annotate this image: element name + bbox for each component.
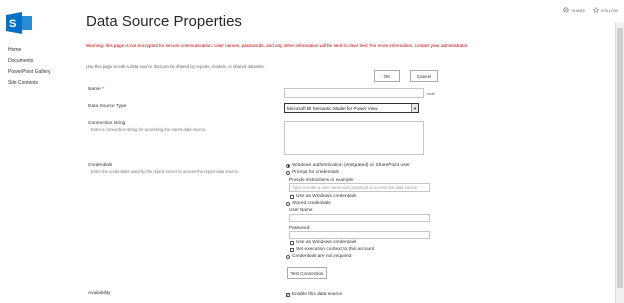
share-button[interactable]: SHARE xyxy=(563,7,585,13)
option-windows-auth[interactable]: Windows authentication (integrated) or S… xyxy=(286,163,410,168)
option-enable[interactable]: Enable this data source xyxy=(286,292,342,297)
enable-label: Enable this data source xyxy=(292,292,343,297)
follow-button[interactable]: FOLLOW xyxy=(593,7,618,13)
name-label-text: Name xyxy=(88,87,101,92)
availability-label: Availability xyxy=(88,291,111,296)
nav-item-home[interactable]: Home xyxy=(8,45,51,56)
option-prompt[interactable]: Prompt for credentials xyxy=(286,170,339,175)
connection-string-desc: Enter a connection string for accessing … xyxy=(91,127,207,132)
required-marker: * xyxy=(102,87,105,92)
radio-prompt[interactable] xyxy=(286,170,290,175)
password-label: Password: xyxy=(289,225,311,230)
radio-windows-auth[interactable] xyxy=(286,163,290,168)
data-source-type-select[interactable]: Microsoft BI Semantic Model for Power Vi… xyxy=(284,103,419,113)
username-input[interactable] xyxy=(289,214,430,222)
nav-item-powerpivot-gallery[interactable]: PowerPivot Gallery xyxy=(8,67,51,78)
username-label: User Name: xyxy=(289,207,314,212)
option-use-windows-cred-2[interactable]: Use as Windows credentials xyxy=(290,240,356,245)
left-nav: Home Documents PowerPivot Gallery Site C… xyxy=(8,45,51,89)
intro-text: Use this page to edit a data source that… xyxy=(86,64,265,69)
checkbox-set-exec-context[interactable] xyxy=(290,247,294,252)
ok-button[interactable]: OK xyxy=(374,70,400,82)
name-suffix: .rsds xyxy=(426,91,435,96)
page-title: Data Source Properties xyxy=(86,13,242,30)
top-actions: SHARE FOLLOW xyxy=(563,7,618,13)
use-windows-cred-2-label: Use as Windows credentials xyxy=(296,240,357,245)
radio-stored[interactable] xyxy=(286,201,290,206)
option-stored-label: Stored credentials xyxy=(292,201,331,206)
use-windows-cred-1-label: Use as Windows credentials xyxy=(296,194,357,199)
checkbox-enable[interactable] xyxy=(286,292,290,297)
share-icon xyxy=(563,7,569,13)
connection-string-label: Connection string xyxy=(88,121,126,126)
nav-item-site-contents[interactable]: Site Contents xyxy=(8,78,51,89)
name-input[interactable] xyxy=(284,88,424,98)
dropdown-arrow-icon[interactable]: ▼ xyxy=(411,104,418,112)
nav-item-documents[interactable]: Documents xyxy=(8,56,51,67)
follow-label: FOLLOW xyxy=(601,7,618,13)
security-warning: Warning: this page is not encrypted for … xyxy=(86,43,469,48)
credentials-label: Credentials xyxy=(88,163,113,168)
option-not-required-label: Credentials are not required xyxy=(292,254,352,259)
credentials-desc: Enter the credentials used by the report… xyxy=(91,169,240,174)
data-source-type-value: Microsoft BI Semantic Model for Power Vi… xyxy=(287,105,378,111)
star-icon xyxy=(593,7,600,13)
checkbox-use-windows-cred-1[interactable] xyxy=(290,194,294,199)
data-source-type-label: Data Source Type xyxy=(88,104,127,109)
share-label: SHARE xyxy=(571,7,586,13)
name-label: Name * xyxy=(88,87,104,92)
sharepoint-logo[interactable]: S xyxy=(6,12,34,34)
connection-string-textarea[interactable] xyxy=(284,121,424,155)
checkbox-use-windows-cred-2[interactable] xyxy=(290,240,294,245)
option-windows-auth-label: Windows authentication (integrated) or S… xyxy=(292,163,410,168)
option-set-exec-context[interactable]: Set execution context to this account xyxy=(290,247,374,252)
vertical-scrollbar[interactable] xyxy=(615,22,624,303)
option-use-windows-cred-1[interactable]: Use as Windows credentials xyxy=(290,194,356,199)
test-connection-button[interactable]: Test Connection xyxy=(287,267,327,279)
scrollbar-thumb[interactable] xyxy=(617,28,623,288)
option-stored[interactable]: Stored credentials xyxy=(286,201,331,206)
svg-text:S: S xyxy=(9,18,16,30)
cancel-button[interactable]: Cancel xyxy=(410,70,438,82)
radio-not-required[interactable] xyxy=(286,254,290,259)
option-not-required[interactable]: Credentials are not required xyxy=(286,254,351,259)
prompt-instructions-input[interactable]: Type or enter a user name and password t… xyxy=(289,183,430,192)
option-prompt-label: Prompt for credentials xyxy=(292,170,339,175)
password-input[interactable] xyxy=(289,231,430,239)
prompt-instructions-label: Provide instructions or example: xyxy=(289,177,355,182)
set-exec-context-label: Set execution context to this account xyxy=(296,247,375,252)
